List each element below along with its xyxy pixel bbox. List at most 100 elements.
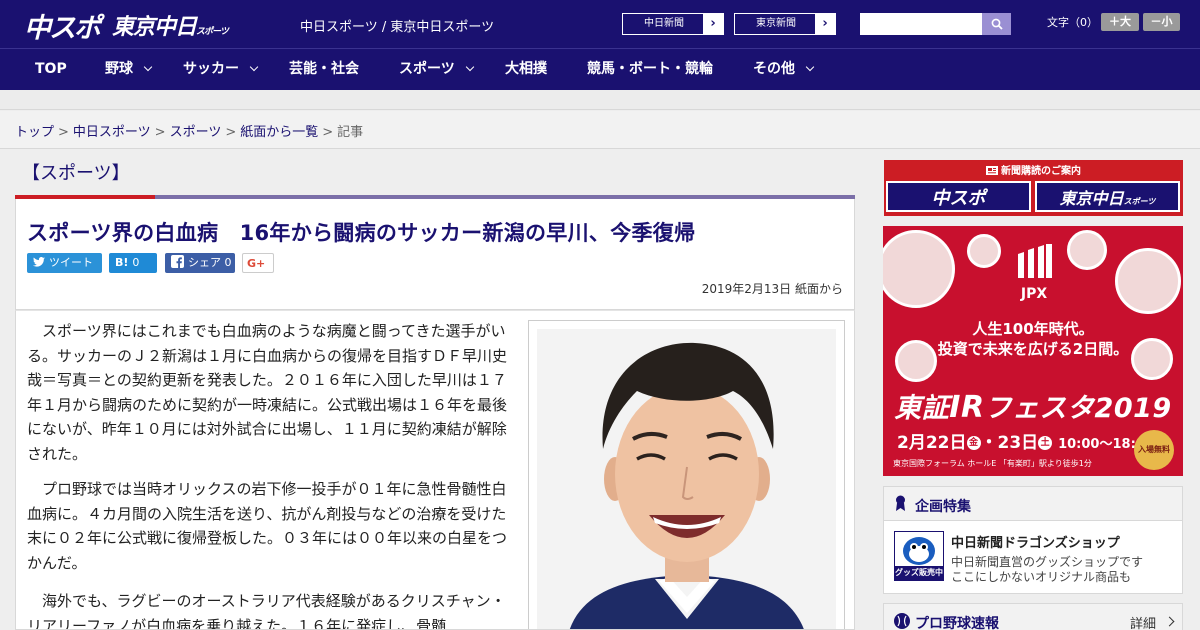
article-paragraph: 海外でも、ラグビーのオーストラリア代表経験があるクリスチャン・リアリーファノが白… [27, 592, 506, 630]
tokyo-chunichi-logo-sub: スポーツ [196, 27, 229, 37]
nav-sumo-label: 大相撲 [505, 61, 547, 77]
ad-day-2: 土 [1038, 436, 1053, 450]
nav-sports-label: スポーツ [399, 61, 455, 77]
tweet-label: ツイート [49, 256, 93, 269]
ad-dates: 2月22日金・23日土 10:00～18:00 [897, 428, 1154, 453]
tokyo-shimbun-label: 東京新聞 [756, 18, 796, 29]
tokyo-chunichi-logo[interactable]: 東京中日スポーツ [112, 9, 229, 41]
nav-entertainment[interactable]: 芸能・社会 [289, 49, 359, 89]
ad-day-1: 金 [966, 436, 981, 450]
nav-sumo[interactable]: 大相撲 [505, 49, 547, 89]
baseball-score-box: プロ野球速報 詳細 [883, 603, 1183, 630]
breadcrumb: トップ > 中日スポーツ > スポーツ > 紙面から一覧 > 記事 [0, 111, 1200, 149]
breadcrumb-separator: > [58, 125, 69, 140]
breadcrumb-chunichi-sports[interactable]: 中日スポーツ [73, 125, 151, 140]
font-smaller-button[interactable]: －小 [1143, 13, 1180, 31]
search-button[interactable] [982, 13, 1011, 35]
baseball-detail-link[interactable]: 詳細 [1130, 613, 1156, 630]
breadcrumb-top[interactable]: トップ [15, 125, 54, 140]
dragons-shop-thumb-label: グッズ販売中 [895, 566, 943, 580]
ad-venue: 東京国際フォーラム ホールE 「有楽町」駅より徒歩1分 [893, 459, 1092, 468]
chunichi-shimbun-link[interactable]: 中日新聞 › [622, 13, 724, 35]
ad-portrait-family [1067, 230, 1107, 270]
hatena-count: 0 [132, 256, 140, 269]
subscription-banner[interactable]: 新聞購読のご案内 中スポ 東京中日スポーツ [884, 160, 1183, 216]
chevron-right-icon [1164, 616, 1175, 627]
baseball-score-title: プロ野球速報 [915, 616, 999, 630]
ad-portrait-man [1115, 248, 1181, 314]
player-portrait-image [537, 329, 836, 629]
search-input[interactable] [860, 13, 982, 35]
dragons-shop-title[interactable]: 中日新聞ドラゴンズショップ [951, 532, 1120, 551]
ribbon-icon [896, 495, 905, 511]
nav-others-label: その他 [753, 61, 795, 77]
breadcrumb-current: 記事 [337, 125, 364, 140]
nav-baseball-label: 野球 [105, 61, 133, 77]
search-icon [991, 18, 1003, 30]
google-plus-icon: G+ [247, 257, 266, 270]
subscribe-tokyo-chunichi-sub: スポーツ [1123, 197, 1156, 206]
ad-event-name: 東証IRフェスタ2019 [883, 386, 1183, 425]
chuspo-logo[interactable]: 中スポ [24, 6, 101, 45]
nav-entertainment-label: 芸能・社会 [289, 61, 359, 77]
feature-box: 企画特集 グッズ販売中 中日新聞ドラゴンズショップ 中日新聞直営のグッズショップ… [883, 486, 1183, 594]
article-date: 2019年2月13日 [701, 282, 792, 296]
nav-top[interactable]: TOP [35, 49, 67, 89]
font-size-label: 文字（0） [1047, 16, 1098, 29]
subscription-heading-text: 新聞購読のご案内 [1001, 166, 1081, 177]
facebook-share-label: シェア [188, 256, 221, 269]
hatena-bookmark-button[interactable]: B! 0 [109, 253, 157, 273]
baseball-icon [894, 613, 910, 629]
chevron-right-icon: › [703, 14, 723, 34]
nav-racing[interactable]: 競馬・ボート・競輪 [587, 49, 713, 89]
jpx-ir-festa-ad[interactable]: JPX 人生100年時代。 投資で未来を広げる2日間。 東証IRフェスタ2019… [883, 226, 1183, 476]
article-source: 紙面から [794, 282, 843, 296]
site-links[interactable]: 中日スポーツ / 東京中日スポーツ [300, 16, 494, 35]
google-plus-button[interactable]: G+ [242, 253, 274, 273]
tokyo-chunichi-logo-text: 東京中日 [112, 15, 197, 40]
ad-event-prefix: 東証 [894, 393, 950, 424]
breadcrumb-separator: > [154, 125, 166, 140]
top-header: 中スポ 東京中日スポーツ 中日スポーツ / 東京中日スポーツ 中日新聞 › 東京… [0, 0, 1200, 48]
facebook-share-button[interactable]: シェア 0 [165, 253, 235, 273]
article-header: スポーツ界の白血病 16年から闘病のサッカー新潟の早川、今季復帰 ツイート B!… [15, 199, 855, 310]
nav-baseball[interactable]: 野球 [105, 49, 153, 89]
subscribe-chuspo-button[interactable]: 中スポ [886, 181, 1031, 212]
article-title: スポーツ界の白血病 16年から闘病のサッカー新潟の早川、今季復帰 [27, 221, 696, 245]
breadcrumb-sports[interactable]: スポーツ [170, 125, 222, 140]
header-spacer [0, 90, 1200, 110]
breadcrumb-separator: > [225, 125, 237, 140]
ad-date-separator: ・ [980, 433, 998, 453]
subscribe-tokyo-chunichi-button[interactable]: 東京中日スポーツ [1035, 181, 1180, 212]
font-larger-button[interactable]: ＋大 [1101, 13, 1139, 31]
facebook-share-count: 0 [224, 256, 232, 269]
chevron-down-icon [143, 62, 153, 72]
tweet-button[interactable]: ツイート [27, 253, 102, 273]
nav-soccer[interactable]: サッカー [183, 49, 259, 89]
ad-event-title: フェスタ2019 [984, 393, 1172, 424]
jpx-mark-icon [1018, 244, 1052, 278]
ad-event-ir: IR [949, 390, 985, 425]
chevron-right-icon: › [815, 14, 835, 34]
nav-others[interactable]: その他 [753, 49, 815, 89]
jpx-logo: JPX [1011, 244, 1057, 304]
nav-racing-label: 競馬・ボート・競輪 [587, 61, 713, 77]
player-photo[interactable] [537, 329, 836, 629]
breadcrumb-separator: > [322, 125, 334, 140]
tokyo-shimbun-link[interactable]: 東京新聞 › [734, 13, 836, 35]
subscribe-tokyo-chunichi-label: 東京中日 [1059, 189, 1124, 208]
nav-sports[interactable]: スポーツ [399, 49, 474, 89]
article-paragraph: スポーツ界にはこれまでも白血病のような病魔と闘ってきた選手がいる。サッカーのＪ２… [27, 322, 508, 463]
article-paragraph: プロ野球では当時オリックスの岩下修一投手が０１年に急性骨髄性白血病に。４カ月間の… [27, 480, 508, 572]
subscription-heading: 新聞購読のご案内 [884, 162, 1183, 177]
ad-portrait-woman [883, 230, 955, 308]
feature-box-title: 企画特集 [915, 499, 971, 515]
nav-soccer-label: サッカー [183, 61, 239, 77]
chevron-down-icon [805, 62, 815, 72]
dragons-mascot-icon [903, 537, 935, 565]
dragons-shop-thumb[interactable]: グッズ販売中 [894, 531, 944, 581]
chevron-down-icon [249, 62, 259, 72]
hatena-bookmark-icon: B! [115, 256, 129, 269]
breadcrumb-paper-list[interactable]: 紙面から一覧 [240, 125, 318, 140]
article-body: スポーツ界にはこれまでも白血病のような病魔と闘ってきた選手がいる。サッカーのＪ２… [15, 310, 855, 630]
